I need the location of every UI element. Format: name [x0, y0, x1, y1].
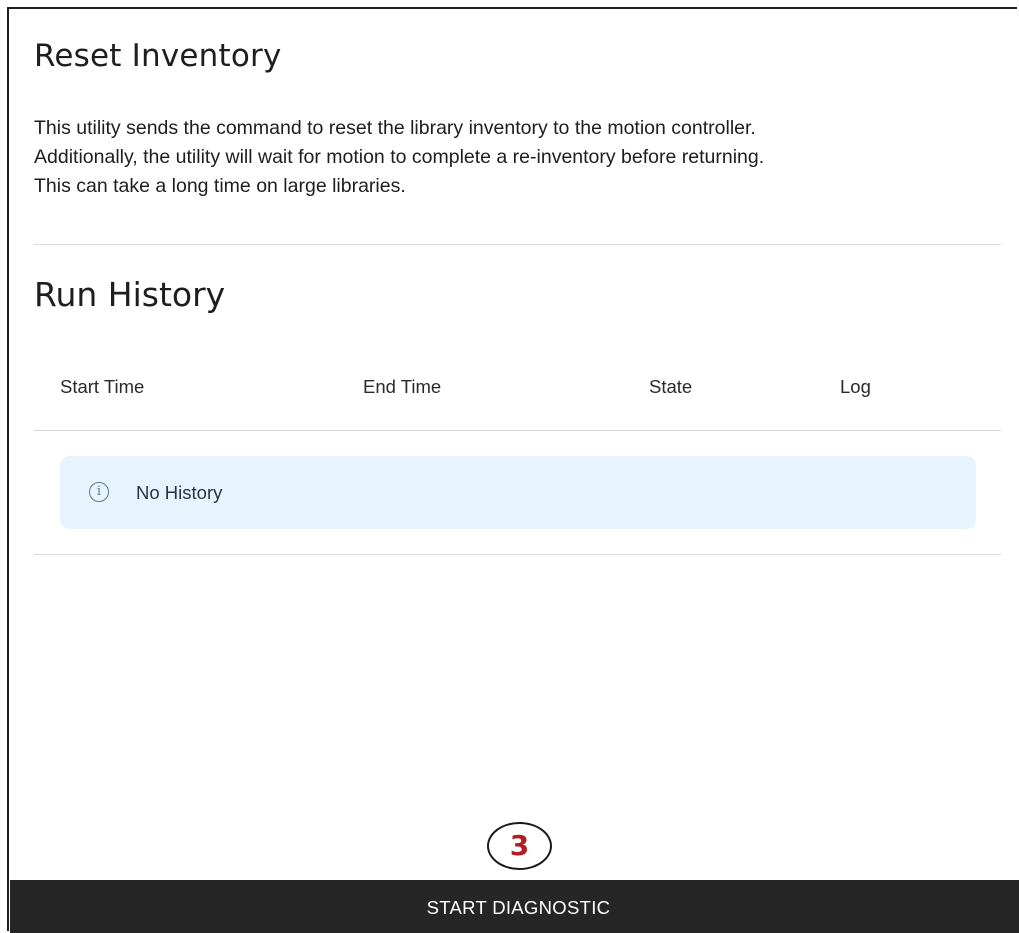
column-header-start-time[interactable]: Start Time: [60, 376, 144, 398]
table-bottom-divider: [34, 554, 1001, 555]
start-diagnostic-label: START DIAGNOSTIC: [426, 896, 611, 918]
run-history-heading: Run History: [34, 275, 226, 314]
table-header-divider: [34, 430, 1001, 431]
no-history-alert: i No History: [60, 456, 976, 529]
info-circle-icon: i: [89, 482, 109, 502]
no-history-message: No History: [136, 482, 223, 503]
start-diagnostic-button[interactable]: START DIAGNOSTIC: [10, 880, 1019, 933]
description-line: Additionally, the utility will wait for …: [34, 146, 765, 168]
utility-description: This utility sends the command to reset …: [34, 114, 1009, 201]
column-header-state[interactable]: State: [649, 376, 692, 398]
column-header-end-time[interactable]: End Time: [363, 376, 441, 398]
section-divider: [34, 244, 1001, 245]
description-line: This can take a long time on large libra…: [34, 175, 406, 197]
description-line: This utility sends the command to reset …: [34, 117, 756, 139]
column-header-log[interactable]: Log: [840, 376, 871, 398]
page-title: Reset Inventory: [34, 38, 282, 74]
step-callout-badge: 3: [487, 822, 552, 870]
